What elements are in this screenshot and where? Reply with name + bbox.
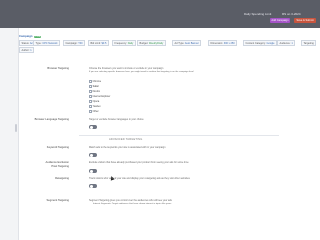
browser-targeting-description: Choose the browsers you want to include … xyxy=(89,67,164,70)
browser-targeting-label: Browser Targeting xyxy=(47,67,69,70)
language-targeting-toggle[interactable] xyxy=(89,125,97,129)
browser-option-ie[interactable]: Internet Explorer xyxy=(89,95,110,98)
browser-option-safari[interactable]: Safari xyxy=(89,85,99,88)
left-sidebar xyxy=(0,28,19,240)
chip-dimension[interactable]: Dimension: 300 x 250 xyxy=(208,40,238,46)
save-submit-button[interactable]: Save & Submit xyxy=(294,18,316,23)
language-targeting-label: Browser Language Targeting xyxy=(34,118,69,121)
audience-exclusion-toggle[interactable] xyxy=(89,169,97,173)
breadcrumb: Campaign LIVE xyxy=(19,34,42,38)
chip-ad-type[interactable]: Ad Type: Auto Banner xyxy=(172,40,202,46)
targeting-panel: Browser Targeting Choose the browsers yo… xyxy=(19,55,320,240)
checkbox-icon[interactable] xyxy=(89,95,92,98)
checkbox-icon[interactable] xyxy=(89,110,92,113)
chip-bid-limit[interactable]: Bid Limit: $0.5 xyxy=(88,40,109,46)
browser-option-opera[interactable]: Opera xyxy=(89,100,99,103)
checkbox-icon[interactable] xyxy=(89,90,92,93)
checkbox-icon[interactable] xyxy=(89,85,92,88)
toggle-knob xyxy=(89,153,93,157)
retargeting-label: Retargeting xyxy=(55,177,69,180)
toggle-knob xyxy=(89,169,93,173)
checkbox-icon[interactable] xyxy=(89,105,92,108)
date-text: RS on 3-2024 xyxy=(282,12,301,16)
browser-option-yandex[interactable]: Yandex xyxy=(89,105,101,108)
browser-option-chrome[interactable]: Chrome xyxy=(89,80,101,83)
chip-content-category[interactable]: Content Category: Google xyxy=(243,40,278,46)
chip-campaign[interactable]: Campaign: T40 xyxy=(63,40,86,46)
segment-targeting-sub: Interest Segments: Target audiences that… xyxy=(93,203,172,205)
campaign-summary-chips: Status: Active Type: CPC Network Campaig… xyxy=(19,40,320,47)
language-targeting-description: Target or exclude browser languages in y… xyxy=(89,118,144,121)
browser-targeting-note: If you are selecting specific browsers h… xyxy=(89,71,194,73)
segment-targeting-label: Segment Targeting xyxy=(46,199,69,202)
status-badge: LIVE xyxy=(34,36,42,38)
audience-exclusion-label: Audience Exclusion xyxy=(45,161,69,164)
add-campaign-button[interactable]: Add Campaign xyxy=(270,18,290,23)
toggle-knob xyxy=(89,184,93,188)
chip-author[interactable]: Author: 1 xyxy=(19,47,35,53)
chip-frequency[interactable]: Frequency: Daily xyxy=(112,40,136,46)
segment-targeting-description: Segment Targeting gives you control over… xyxy=(89,199,172,202)
chip-targeting[interactable]: Targeting xyxy=(301,40,317,46)
checkbox-icon[interactable] xyxy=(89,80,92,83)
keyword-targeting-description: Match ads to the keywords your site is a… xyxy=(89,146,166,149)
chip-type[interactable]: Type: CPC Network xyxy=(33,40,60,46)
checkbox-icon[interactable] xyxy=(89,100,92,103)
keyword-targeting-label: Keyword Targeting xyxy=(46,146,69,149)
retargeting-description: Track visitors who viewed your site and … xyxy=(89,177,190,180)
top-bar: Daily Spending Limit RS on 3-2024 Add Ca… xyxy=(0,0,320,28)
browser-option-other[interactable]: Other xyxy=(89,110,99,113)
browser-option-firefox[interactable]: Firefox xyxy=(89,90,100,93)
toggle-knob xyxy=(89,125,93,129)
advanced-targeting-heading: ADVANCED TARGETING xyxy=(109,138,143,141)
breadcrumb-title: Campaign xyxy=(19,34,33,38)
audience-exclusion-description: Exclude visitors that have already purch… xyxy=(89,161,189,164)
chip-audience[interactable]: Audience: 1 xyxy=(277,40,296,46)
chip-budget[interactable]: Budget: Weekly/Daily xyxy=(137,40,166,46)
status-text: Daily Spending Limit xyxy=(244,12,272,16)
sidebar-toggle-handle[interactable] xyxy=(15,124,17,132)
keyword-targeting-toggle[interactable] xyxy=(89,153,97,157)
retargeting-toggle[interactable] xyxy=(89,184,97,188)
pixel-targeting-label: Pixel Targeting xyxy=(51,165,69,168)
